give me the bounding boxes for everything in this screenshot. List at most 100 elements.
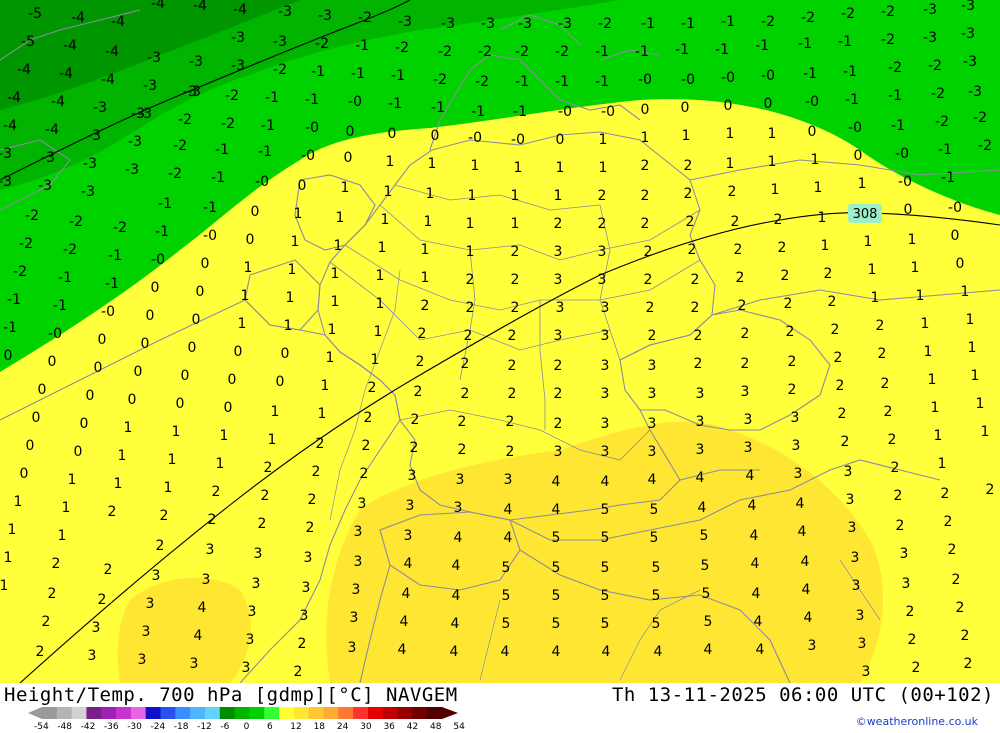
temperature-value: 4 xyxy=(750,528,759,544)
temperature-value: 2 xyxy=(788,354,797,370)
valid-time: Th 13-11-2025 06:00 UTC (00+102) xyxy=(611,684,994,706)
temperature-value: -1 xyxy=(555,74,569,90)
temperature-value: -1 xyxy=(258,144,272,160)
temperature-value: -1 xyxy=(391,68,405,84)
scale-label: 18 xyxy=(313,722,326,732)
temperature-value: -0 xyxy=(255,174,269,190)
temperature-value: -2 xyxy=(395,40,409,56)
temperature-value: 4 xyxy=(602,644,611,660)
temperature-value: 1 xyxy=(341,180,350,196)
temperature-value: 2 xyxy=(42,614,51,630)
temperature-value: 5 xyxy=(552,588,561,604)
temperature-value: 5 xyxy=(702,586,711,602)
scale-label: 0 xyxy=(243,722,250,732)
temperature-value: 2 xyxy=(461,386,470,402)
temperature-value: -3 xyxy=(183,84,197,100)
temperature-value: -1 xyxy=(108,248,122,264)
temperature-value: -4 xyxy=(71,10,85,26)
temperature-value: 0 xyxy=(38,382,47,398)
temperature-value: -4 xyxy=(101,72,115,88)
temperature-value: 4 xyxy=(746,468,755,484)
contour-label: 308 xyxy=(848,204,882,223)
temperature-value: -0 xyxy=(203,228,217,244)
scale-swatch xyxy=(219,707,236,719)
temperature-value: 1 xyxy=(284,318,293,334)
temperature-value: 2 xyxy=(368,380,377,396)
temperature-value: -3 xyxy=(968,84,982,100)
temperature-value: -3 xyxy=(558,16,572,32)
scale-swatch xyxy=(101,707,117,719)
temperature-value: 0 xyxy=(956,256,965,272)
temperature-value: 1 xyxy=(216,456,225,472)
scale-swatch xyxy=(190,707,206,719)
temperature-value: 2 xyxy=(641,158,650,174)
temperature-value: 2 xyxy=(360,466,369,482)
temperature-value: 2 xyxy=(52,556,61,572)
temperature-value: 1 xyxy=(768,126,777,142)
scale-arrow-right xyxy=(442,707,458,719)
temperature-value: 1 xyxy=(114,476,123,492)
temperature-value: 2 xyxy=(686,214,695,230)
temperature-value: 2 xyxy=(884,404,893,420)
temperature-value: -4 xyxy=(3,118,17,134)
scale-label: 6 xyxy=(266,722,273,732)
scale-label: -18 xyxy=(173,722,189,732)
temperature-value: -3 xyxy=(83,156,97,172)
temperature-value: -0 xyxy=(151,252,165,268)
temperature-value: 3 xyxy=(744,412,753,428)
temperature-value: 4 xyxy=(198,600,207,616)
scale-swatch xyxy=(234,707,250,719)
temperature-value: 4 xyxy=(752,586,761,602)
scale-swatch xyxy=(42,707,58,719)
temperature-value: -0 xyxy=(305,120,319,136)
credit-link[interactable]: ©weatheronline.co.uk xyxy=(856,715,978,728)
temperature-value: 2 xyxy=(952,572,961,588)
temperature-value: 5 xyxy=(502,560,511,576)
scale-swatch xyxy=(116,707,132,719)
scale-label: 54 xyxy=(453,722,465,732)
temperature-value: -0 xyxy=(895,146,909,162)
temperature-value: 2 xyxy=(644,244,653,260)
temperature-value: 0 xyxy=(724,98,733,114)
temperature-value: 2 xyxy=(312,464,321,480)
temperature-value: 2 xyxy=(731,214,740,230)
temperature-value: 2 xyxy=(888,432,897,448)
temperature-value: -2 xyxy=(69,214,83,230)
temperature-value: 1 xyxy=(921,316,930,332)
scale-label: -48 xyxy=(57,722,72,732)
temperature-value: -2 xyxy=(433,72,447,88)
temperature-value: 3 xyxy=(900,546,909,562)
temperature-value: 3 xyxy=(146,596,155,612)
temperature-value: 2 xyxy=(108,504,117,520)
temperature-value: 0 xyxy=(98,332,107,348)
temperature-value: 1 xyxy=(268,432,277,448)
temperature-value: 1 xyxy=(976,396,985,412)
temperature-value: 4 xyxy=(452,588,461,604)
temperature-value: 3 xyxy=(648,416,657,432)
temperature-value: 0 xyxy=(234,344,243,360)
weather-map: 308 -5 -4 -4 -4 -4 -4 -3 -3 -2 -3 -3 -3 -3 -3 -2 -1 -1 -1… xyxy=(0,0,1000,683)
temperature-value: -1 xyxy=(681,16,695,32)
temperature-value: 2 xyxy=(554,216,563,232)
temperature-value: 2 xyxy=(466,300,475,316)
temperature-value: 1 xyxy=(271,404,280,420)
temperature-value: 1 xyxy=(981,424,990,440)
temperature-value: -0 xyxy=(638,72,652,88)
temperature-value: -2 xyxy=(19,236,33,252)
temperature-value: -1 xyxy=(838,34,852,50)
temperature-value: 3 xyxy=(354,524,363,540)
temperature-value: 2 xyxy=(786,324,795,340)
temperature-value: 2 xyxy=(508,328,517,344)
temperature-value: -2 xyxy=(25,208,39,224)
temperature-value: 0 xyxy=(808,124,817,140)
temperature-value: -1 xyxy=(755,38,769,54)
scale-label: -36 xyxy=(103,722,119,732)
temperature-value: 2 xyxy=(956,600,965,616)
scale-swatch xyxy=(412,707,428,719)
temperature-value: 2 xyxy=(308,492,317,508)
temperature-value: 3 xyxy=(648,358,657,374)
temperature-value: 1 xyxy=(924,344,933,360)
temperature-value: 5 xyxy=(601,530,610,546)
temperature-value: 3 xyxy=(856,608,865,624)
temperature-value: 3 xyxy=(601,416,610,432)
